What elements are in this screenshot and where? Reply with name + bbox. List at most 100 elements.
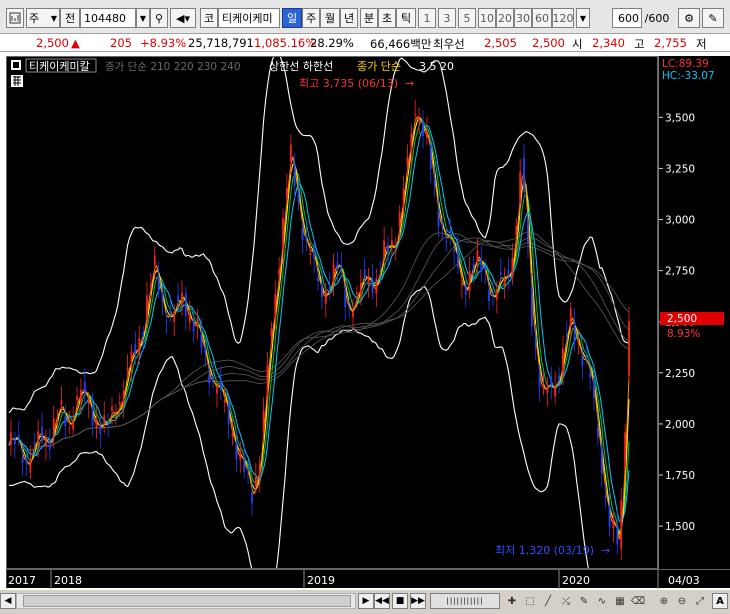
candle-body	[406, 156, 409, 165]
period-sec-button[interactable]: 초	[378, 8, 396, 28]
candle-body	[523, 157, 525, 193]
interval-5-button[interactable]: 5	[458, 8, 476, 28]
period-day-button[interactable]: 일	[282, 8, 302, 28]
stock-code-input[interactable]: 104480	[80, 8, 136, 28]
count-input[interactable]: 600	[612, 8, 642, 28]
candle-body	[402, 189, 405, 208]
candle-body	[111, 406, 113, 412]
zoom-out-button[interactable]: ⊖	[674, 593, 690, 609]
candle-body	[317, 278, 319, 282]
period-week-button[interactable]: 주	[302, 8, 320, 28]
market-select[interactable]: 주 ▼	[26, 8, 60, 28]
candle-body	[153, 255, 156, 266]
tool-icon-7[interactable]: ▦	[612, 593, 628, 609]
scroll-track[interactable]	[16, 593, 356, 609]
candle-body	[453, 249, 455, 252]
candle-body	[476, 250, 479, 263]
chart-icon-button[interactable]	[6, 8, 24, 28]
candle-body	[83, 381, 86, 395]
candle-body	[484, 266, 487, 270]
candle-body	[289, 144, 292, 162]
auto-button[interactable]: A	[712, 593, 728, 609]
tool-icon-2[interactable]: ⬚	[522, 593, 538, 609]
interval-1-button[interactable]: 1	[418, 8, 436, 28]
candle-body	[293, 163, 296, 186]
rewind-button[interactable]: ◀◀	[374, 593, 390, 609]
price-axis[interactable]: LC:89.39 HC:-33.07 3,500 3,250 3,000 2,750 2…	[658, 56, 730, 569]
candle-body	[390, 240, 393, 246]
stop-button[interactable]: ■	[392, 593, 408, 609]
candle-body	[445, 240, 448, 243]
candle-body	[13, 439, 16, 445]
code-dropdown-button[interactable]: ▼	[136, 8, 150, 28]
candle-body	[262, 410, 265, 433]
candle-body	[612, 517, 615, 528]
period-min-button[interactable]: 분	[360, 8, 378, 28]
tool-icon-3[interactable]: ╱	[540, 593, 556, 609]
candle-body	[161, 291, 164, 302]
quote-bar: 2,500 ▲ 205 +8.93% 25,718,791 1,085.16% …	[0, 34, 730, 52]
tool-icon-6[interactable]: ∿	[594, 593, 610, 609]
period-tick-button[interactable]: 틱	[396, 8, 416, 28]
fit-icon: ⤢	[696, 595, 704, 607]
interval-60-button[interactable]: 60	[532, 8, 552, 28]
candle-body	[247, 469, 249, 471]
fit-button[interactable]: ⤢	[692, 593, 708, 609]
price-chart-plot[interactable]: 티케이케미칼 종가 단순 210 220 230 240 상한선 하한선 종가 …	[6, 56, 658, 569]
period-month-button[interactable]: 월	[320, 8, 340, 28]
candle-body	[149, 284, 152, 289]
candle-body	[511, 257, 514, 278]
candle-body	[231, 433, 234, 437]
candle-body	[37, 431, 40, 446]
interval-3-button[interactable]: 3	[438, 8, 456, 28]
scroll-thumb[interactable]	[23, 595, 351, 607]
rewind-icon: ◀◀	[375, 596, 389, 606]
candle-body	[103, 415, 106, 425]
candle-body	[418, 117, 420, 122]
shape-icon: ⬚	[525, 595, 535, 607]
period-year-button[interactable]: 년	[340, 8, 358, 28]
speaker-button[interactable]: ◀▾	[170, 8, 196, 28]
zoom-in-button[interactable]: ⊕	[656, 593, 672, 609]
tool-settings-button[interactable]: ⚙	[678, 8, 700, 28]
candle-body	[546, 387, 549, 394]
zoom-slider[interactable]: |||||||||||	[430, 593, 500, 609]
company-name-field[interactable]: 티케이케미	[218, 8, 280, 28]
candle-body	[41, 426, 43, 442]
tool-icon-4[interactable]: ⤯	[558, 593, 574, 609]
min-arrow-icon: →	[601, 544, 610, 557]
interval-20-button[interactable]: 20	[496, 8, 514, 28]
candle-body	[324, 291, 327, 304]
hc-label: HC:-33.07	[662, 70, 715, 82]
forward-button[interactable]: ▶▶	[410, 593, 426, 609]
tool-icon-8[interactable]: ⌫	[630, 593, 646, 609]
candle-body	[33, 442, 36, 444]
candle-body	[142, 333, 145, 337]
candle-body	[266, 365, 269, 396]
low-label: 저	[696, 37, 707, 51]
time-axis[interactable]: 2017 2018 2019 2020 04/03	[6, 569, 730, 589]
candle-body	[464, 284, 467, 295]
interval-30-button[interactable]: 30	[514, 8, 532, 28]
scroll-right-button[interactable]: ▶	[358, 593, 374, 609]
drawing-tool-button[interactable]: ✎	[702, 8, 724, 28]
x-tick-2019: 2019	[307, 574, 335, 587]
interval-10-button[interactable]: 10	[478, 8, 496, 28]
candle-body	[355, 292, 358, 295]
search-button[interactable]: ⚲	[150, 8, 168, 28]
interval-120-button[interactable]: 120	[552, 8, 574, 28]
prefix-button[interactable]: 전	[60, 8, 80, 28]
candle-body	[507, 268, 510, 277]
tool-icon-5[interactable]: ✎	[576, 593, 592, 609]
trade-amount: 66,466백만	[370, 37, 432, 51]
candle-body	[414, 114, 417, 116]
scroll-left-button[interactable]: ◀	[0, 593, 16, 609]
candle-body	[64, 416, 67, 427]
volume-ratio: 1,085.16%	[254, 36, 317, 50]
interval-dropdown-button[interactable]: ▼	[576, 8, 590, 28]
candle-body	[585, 356, 588, 358]
candle-body	[216, 388, 218, 394]
tool-icon-1[interactable]: ✚	[504, 593, 520, 609]
candle-body	[624, 432, 627, 468]
max-arrow-icon: →	[405, 77, 414, 90]
